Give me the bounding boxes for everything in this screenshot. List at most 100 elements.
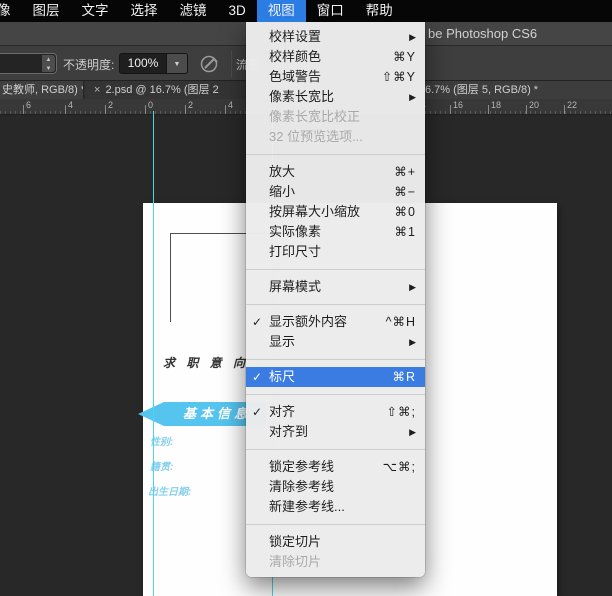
menu-item[interactable]: ✓对齐⇧⌘; <box>246 402 425 422</box>
menu-item-label: 缩小 <box>269 182 394 202</box>
ruler-tick <box>526 105 527 114</box>
ruler-tick <box>105 105 106 114</box>
menu-separator <box>246 524 425 525</box>
menu-item[interactable]: ✓显示额外内容^⌘H <box>246 312 425 332</box>
menu-shortcut: ⌘− <box>394 182 416 202</box>
ruler-label: 4 <box>68 100 73 110</box>
submenu-arrow-icon: ▶ <box>409 87 416 107</box>
menu-item[interactable]: 显示▶ <box>246 332 425 352</box>
menu-item[interactable]: ✓标尺⌘R <box>246 367 425 387</box>
ruler-label: 2 <box>108 100 113 110</box>
ruler-label: 16 <box>453 100 463 110</box>
menu-item-label: 锁定参考线 <box>269 457 383 477</box>
ruler-label: 0 <box>148 100 153 110</box>
menu-item[interactable]: 校样颜色⌘Y <box>246 47 425 67</box>
airbrush-icon[interactable] <box>199 54 221 74</box>
ruler-label: 22 <box>567 100 577 110</box>
menu-separator <box>246 359 425 360</box>
view-menu-dropdown: 校样设置▶校样颜色⌘Y色域警告⇧⌘Y像素长宽比▶像素长宽比校正32 位预览选项.… <box>246 22 425 577</box>
opacity-dropdown-arrow-icon[interactable]: ▼ <box>167 53 188 74</box>
menu-item-label: 标尺 <box>269 367 392 387</box>
ruler-label: 6 <box>26 100 31 110</box>
options-separator <box>231 50 232 77</box>
ruler-tick <box>225 105 226 114</box>
menubar-item-7[interactable]: 视图 <box>257 0 306 22</box>
menubar-item-9[interactable]: 帮助 <box>355 0 404 22</box>
menubar-item-6[interactable]: 3D <box>218 0 257 22</box>
document-tab-3[interactable]: 6.7% (图层 5, RGB/8) * <box>425 81 612 99</box>
ruler-tick <box>65 105 66 114</box>
ruler-tick <box>23 105 24 114</box>
window-title: be Photoshop CS6 <box>428 26 537 41</box>
menu-shortcut: ⌘+ <box>394 162 416 182</box>
menu-item-label: 色域警告 <box>269 67 382 87</box>
menubar-item-1[interactable]: 像 <box>0 0 22 22</box>
menu-separator <box>246 394 425 395</box>
menu-item-label: 实际像素 <box>269 222 395 242</box>
checkmark-icon: ✓ <box>252 402 268 422</box>
document-tab-1[interactable]: 史教师, RGB/8) * <box>0 81 84 99</box>
submenu-arrow-icon: ▶ <box>409 27 416 47</box>
menu-item[interactable]: 清除参考线 <box>246 477 425 497</box>
menu-item[interactable]: 色域警告⇧⌘Y <box>246 67 425 87</box>
menu-shortcut: ⌘0 <box>395 202 416 222</box>
menu-item[interactable]: 像素长宽比▶ <box>246 87 425 107</box>
menu-item[interactable]: 缩小⌘− <box>246 182 425 202</box>
menubar-item-5[interactable]: 滤镜 <box>169 0 218 22</box>
menu-item-label: 放大 <box>269 162 394 182</box>
menu-item-label: 打印尺寸 <box>269 242 416 262</box>
menu-shortcut: ⇧⌘Y <box>382 67 416 87</box>
menu-separator <box>246 449 425 450</box>
menu-item: 像素长宽比校正 <box>246 107 425 127</box>
menu-shortcut: ⌥⌘; <box>383 457 416 477</box>
ruler-label: 2 <box>188 100 193 110</box>
menu-shortcut: ⇧⌘; <box>387 402 416 422</box>
menu-item-label: 对齐 <box>269 402 387 422</box>
ruler-label: 20 <box>529 100 539 110</box>
ruler-label: 18 <box>491 100 501 110</box>
menu-item[interactable]: 按屏幕大小缩放⌘0 <box>246 202 425 222</box>
menu-item[interactable]: 对齐到▶ <box>246 422 425 442</box>
tab-label: 2.psd @ 16.7% (图层 2 <box>105 84 218 96</box>
ruler-tick <box>185 105 186 114</box>
menubar-item-4[interactable]: 选择 <box>120 0 169 22</box>
guide-line-1[interactable] <box>153 111 154 596</box>
menu-item-label: 显示额外内容 <box>269 312 386 332</box>
blend-mode-select[interactable]: ▲▼ <box>0 53 57 74</box>
menu-shortcut: ^⌘H <box>386 312 416 332</box>
menu-separator <box>246 304 425 305</box>
menu-item[interactable]: 锁定切片 <box>246 532 425 552</box>
menu-shortcut: ⌘1 <box>395 222 416 242</box>
menu-item[interactable]: 校样设置▶ <box>246 27 425 47</box>
menu-item[interactable]: 锁定参考线⌥⌘; <box>246 457 425 477</box>
ruler-tick <box>564 105 565 114</box>
menu-item[interactable]: 实际像素⌘1 <box>246 222 425 242</box>
submenu-arrow-icon: ▶ <box>409 277 416 297</box>
menu-item-label: 按屏幕大小缩放 <box>269 202 395 222</box>
stepper-arrows-icon: ▲▼ <box>42 55 55 72</box>
menu-item: 清除切片 <box>246 552 425 572</box>
menu-item[interactable]: 屏幕模式▶ <box>246 277 425 297</box>
menu-item-label: 像素长宽比校正 <box>269 107 416 127</box>
menu-item[interactable]: 放大⌘+ <box>246 162 425 182</box>
tab-label: 6.7% (图层 5, RGB/8) * <box>425 84 538 96</box>
menu-item[interactable]: 新建参考线... <box>246 497 425 517</box>
ruler-tick <box>488 105 489 114</box>
submenu-arrow-icon: ▶ <box>409 332 416 352</box>
ruler-tick <box>145 105 146 114</box>
menubar-item-2[interactable]: 图层 <box>22 0 71 22</box>
menu-item-label: 屏幕模式 <box>269 277 409 297</box>
opacity-value-input[interactable]: 100% <box>119 53 167 74</box>
tab-close-icon[interactable]: × <box>94 84 100 96</box>
menubar-item-8[interactable]: 窗口 <box>306 0 355 22</box>
menubar-item-3[interactable]: 文字 <box>71 0 120 22</box>
opacity-label: 不透明度: <box>63 56 114 73</box>
menu-item-label: 32 位预览选项... <box>269 127 416 147</box>
menu-separator <box>246 269 425 270</box>
menu-separator <box>246 154 425 155</box>
menu-item[interactable]: 打印尺寸 <box>246 242 425 262</box>
menu-item-label: 像素长宽比 <box>269 87 409 107</box>
menu-item-label: 校样设置 <box>269 27 409 47</box>
menu-shortcut: ⌘R <box>392 367 416 387</box>
menu-item-label: 清除切片 <box>269 552 416 572</box>
